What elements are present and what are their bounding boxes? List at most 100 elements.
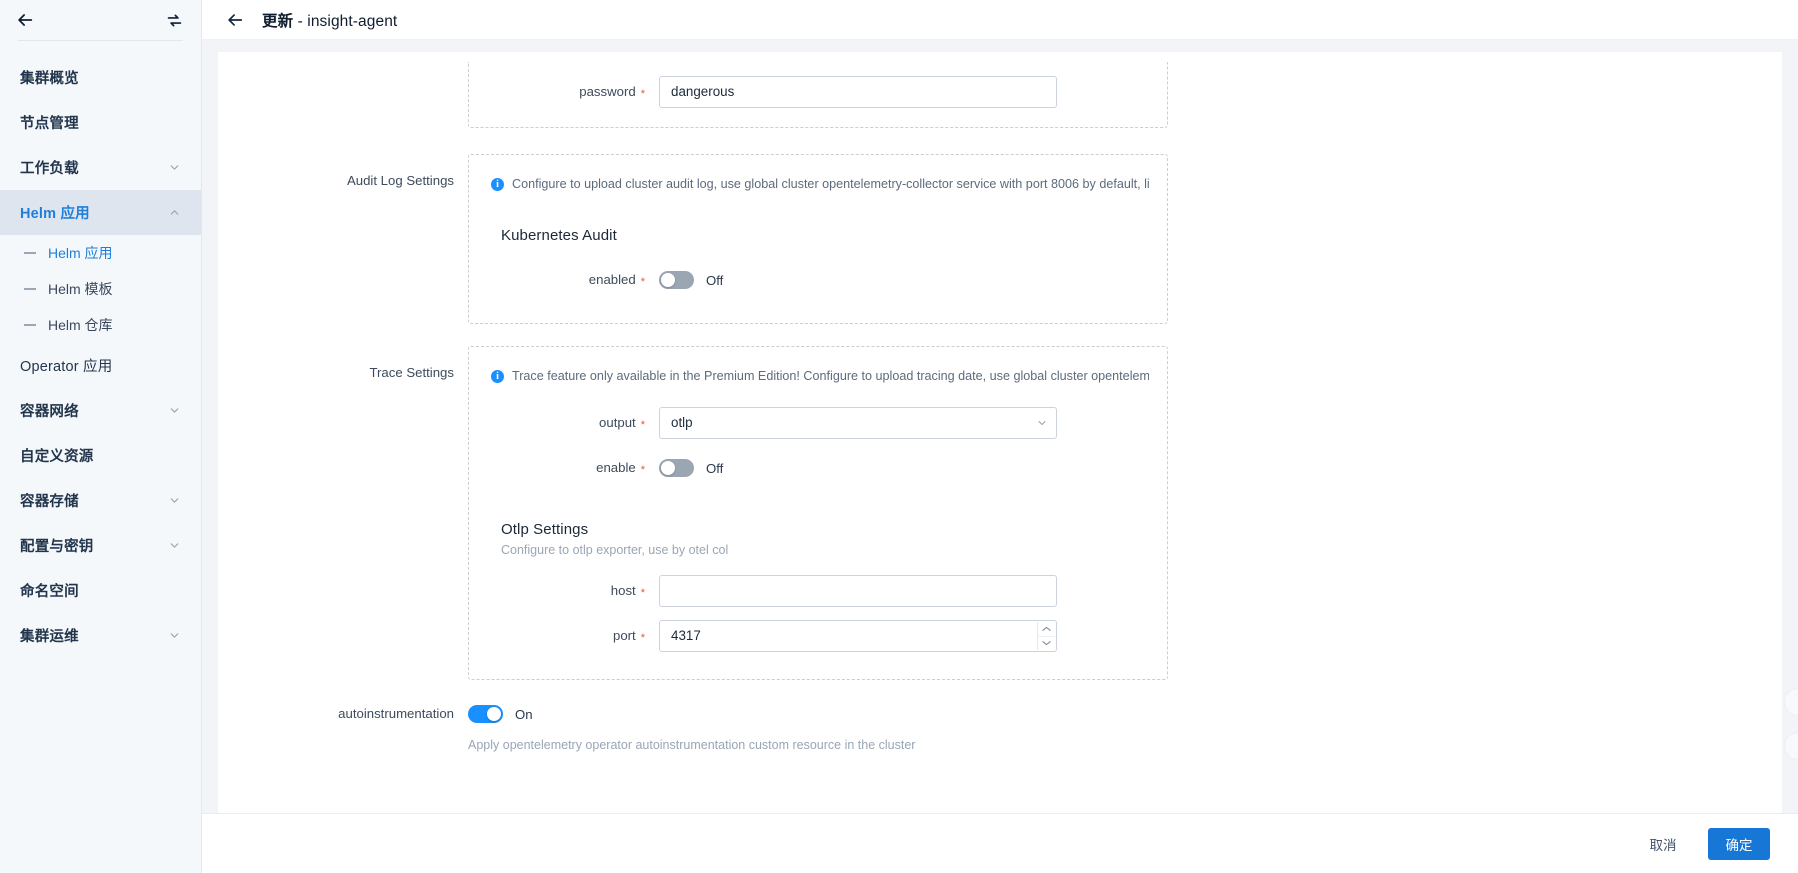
- autoinstrumentation-row: autoinstrumentation On Apply opentelemet…: [278, 698, 1782, 752]
- sidebar-item-label: 工作负载: [20, 157, 168, 178]
- password-label-wrap: password *: [469, 76, 659, 109]
- sidebar-item-container-network[interactable]: 容器网络: [0, 388, 201, 433]
- autoinstrumentation-control: On Apply opentelemetry operator autoinst…: [468, 698, 915, 752]
- trace-settings-box: i Trace feature only available in the Pr…: [468, 346, 1168, 680]
- form-footer: 取消 确定: [202, 813, 1798, 873]
- otlp-host-row: host *: [469, 575, 1167, 608]
- otlp-port-input[interactable]: 4317: [659, 620, 1057, 652]
- required-marker: *: [641, 464, 645, 476]
- audit-enabled-state: Off: [706, 273, 723, 288]
- stepper-down-icon[interactable]: [1038, 637, 1055, 651]
- sidebar-subitem-helm-repo[interactable]: Helm 仓库: [0, 307, 201, 343]
- audit-enabled-toggle-wrap: Off: [659, 264, 723, 296]
- stepper-up-icon[interactable]: [1038, 622, 1055, 637]
- page-title: 更新 - insight-agent: [262, 9, 397, 31]
- sidebar-item-helm-apps[interactable]: Helm 应用: [0, 190, 201, 235]
- trace-settings-row: Trace Settings i Trace feature only avai…: [278, 346, 1782, 680]
- info-icon: i: [491, 178, 504, 191]
- required-marker: *: [641, 632, 645, 644]
- autoinstrumentation-label: autoinstrumentation: [338, 706, 454, 721]
- cancel-button[interactable]: 取消: [1632, 828, 1694, 860]
- sidebar-item-label: 容器存储: [20, 490, 168, 511]
- previous-group-box: password * dangerous: [468, 62, 1168, 128]
- sidebar-item-label: Helm 应用: [20, 202, 168, 223]
- sidebar-item-cluster-overview[interactable]: 集群概览: [0, 55, 201, 100]
- number-stepper[interactable]: [1037, 622, 1055, 650]
- audit-log-settings-box: i Configure to upload cluster audit log,…: [468, 154, 1168, 324]
- otlp-host-label: host: [611, 583, 636, 598]
- chevron-down-icon: [168, 494, 181, 507]
- otlp-settings-title: Otlp Settings: [501, 521, 1167, 538]
- trace-enable-toggle-wrap: Off: [659, 452, 723, 484]
- required-marker: *: [641, 88, 645, 100]
- otlp-host-label-wrap: host *: [469, 575, 659, 608]
- sidebar-subitem-label: Helm 模板: [48, 279, 113, 299]
- form-scroll-area[interactable]: password * dangerous Audit Log Settings: [202, 40, 1798, 813]
- password-label: password: [579, 84, 635, 99]
- required-marker: *: [641, 419, 645, 431]
- switch-cluster-icon[interactable]: [161, 7, 187, 33]
- otlp-port-label-wrap: port*: [469, 620, 659, 653]
- info-icon: i: [491, 370, 504, 383]
- dash-icon: [24, 288, 36, 290]
- sidebar-item-label: 容器网络: [20, 400, 168, 421]
- chevron-up-icon: [168, 206, 181, 219]
- dash-icon: [24, 252, 36, 254]
- sidebar-item-custom-resource[interactable]: 自定义资源: [0, 433, 201, 478]
- audit-log-settings-label-wrap: Audit Log Settings: [278, 154, 468, 194]
- dash-icon: [24, 324, 36, 326]
- trace-enable-state: Off: [706, 461, 723, 476]
- trace-enable-toggle[interactable]: [659, 459, 694, 477]
- password-input[interactable]: dangerous: [659, 76, 1057, 108]
- sidebar-item-node-management[interactable]: 节点管理: [0, 100, 201, 145]
- trace-settings-label-wrap: Trace Settings: [278, 346, 468, 386]
- chevron-down-icon: [168, 161, 181, 174]
- otlp-port-row: port* 4317: [469, 620, 1167, 653]
- chevron-down-icon: [168, 629, 181, 642]
- kubernetes-audit-title: Kubernetes Audit: [501, 227, 1167, 244]
- sidebar-item-label: 节点管理: [20, 112, 181, 133]
- required-marker: *: [641, 276, 645, 288]
- edge-decoration-bottom: [1784, 732, 1798, 760]
- back-arrow-icon[interactable]: [224, 9, 246, 31]
- sidebar-item-label: 集群运维: [20, 625, 168, 646]
- sidebar-item-label: 命名空间: [20, 580, 181, 601]
- audit-enabled-label-wrap: enabled*: [469, 264, 659, 297]
- autoinstrumentation-hint: Apply opentelemetry operator autoinstrum…: [468, 738, 915, 752]
- page-header: 更新 - insight-agent: [202, 0, 1798, 40]
- sidebar-item-cluster-ops[interactable]: 集群运维: [0, 613, 201, 658]
- audit-enabled-toggle[interactable]: [659, 271, 694, 289]
- sidebar-item-label: 集群概览: [20, 67, 181, 88]
- autoinstrumentation-toggle[interactable]: [468, 705, 503, 723]
- chevron-down-icon: [168, 539, 181, 552]
- trace-enable-label: enable: [596, 460, 636, 475]
- sidebar-item-container-storage[interactable]: 容器存储: [0, 478, 201, 523]
- autoinstrumentation-toggle-wrap: On: [468, 698, 915, 730]
- trace-output-select[interactable]: otlp: [659, 407, 1057, 439]
- chevron-down-icon[interactable]: [1036, 408, 1048, 438]
- autoinstrumentation-label-wrap: autoinstrumentation: [278, 698, 468, 730]
- sidebar-subitem-helm-template[interactable]: Helm 模板: [0, 271, 201, 307]
- sidebar-item-workloads[interactable]: 工作负载: [0, 145, 201, 190]
- chevron-down-icon: [168, 404, 181, 417]
- sidebar-item-operator-apps[interactable]: Operator 应用: [0, 343, 201, 388]
- audit-enabled-row: enabled* Off: [469, 264, 1167, 297]
- trace-info-text: Trace feature only available in the Prem…: [512, 369, 1149, 383]
- sidebar-item-config-and-secret[interactable]: 配置与密钥: [0, 523, 201, 568]
- sidebar-subitem-helm-app[interactable]: Helm 应用: [0, 235, 201, 271]
- sidebar-item-label: 配置与密钥: [20, 535, 168, 556]
- password-row: password * dangerous: [469, 76, 1167, 109]
- form-card: password * dangerous Audit Log Settings: [218, 52, 1782, 813]
- sidebar: 集群概览 节点管理 工作负载 Helm 应用 Helm 应用: [0, 0, 202, 873]
- toggle-knob: [661, 273, 675, 287]
- audit-info-text: Configure to upload cluster audit log, u…: [512, 177, 1149, 191]
- otlp-port-value: 4317: [671, 621, 701, 651]
- otlp-host-input[interactable]: [659, 575, 1057, 607]
- confirm-button[interactable]: 确定: [1708, 828, 1770, 860]
- trace-output-label-wrap: output*: [469, 407, 659, 440]
- arrow-left-icon[interactable]: [12, 7, 38, 33]
- audit-log-settings-label: Audit Log Settings: [347, 173, 454, 188]
- sidebar-item-namespace[interactable]: 命名空间: [0, 568, 201, 613]
- required-marker: *: [641, 587, 645, 599]
- edge-decoration-top: [1784, 688, 1798, 716]
